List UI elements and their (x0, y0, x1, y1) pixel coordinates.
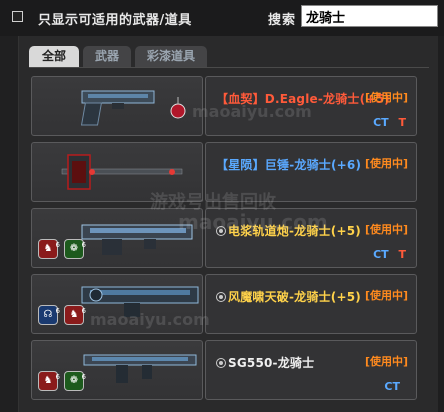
tab-all[interactable]: 全部 (29, 46, 80, 67)
tab-paint-items[interactable]: 彩漆道具 (135, 46, 208, 67)
search-label: 搜索 (268, 13, 297, 28)
list-item: ♞ 6 ❁ 6 SG550-龙骑士 [使用中] CT (31, 340, 417, 400)
in-use-status: [使用中] (364, 157, 408, 170)
fire-upgrade-badge-icon: ♞ 6 (38, 371, 60, 391)
team-tags: CT T (373, 116, 406, 129)
item-thumbnail[interactable]: ♞ 6 ❁ 6 (31, 208, 203, 268)
only-applicable-label: 只显示可适用的武器/道具 (38, 13, 192, 28)
tag-t: T (398, 248, 406, 261)
green-upgrade-badge-icon: ❁ 6 (64, 371, 86, 391)
pistol-icon (80, 90, 186, 126)
in-use-status: [使用中] (364, 355, 408, 368)
blue-upgrade-badge-icon: ☊ 6 (38, 305, 60, 325)
fire-upgrade-badge-icon: ♞ 6 (38, 239, 60, 259)
team-tags: CT T (373, 248, 406, 261)
list-item: ♞ 6 ❁ 6 电浆轨道炮-龙骑士(+5) [使用中] CT T (31, 208, 417, 268)
inventory-panel: 全部 武器 彩漆道具 【血契】D.Eagle-龙骑士(+5) [使用中] CT … (18, 36, 438, 412)
hammer-icon (61, 154, 183, 190)
list-item: 【星陨】巨锤-龙骑士(+6) [使用中] (31, 142, 417, 202)
item-info[interactable]: 【血契】D.Eagle-龙骑士(+5) [使用中] CT T (205, 76, 417, 136)
item-name: 电浆轨道炮-龙骑士(+5) (216, 222, 361, 239)
item-name: 【星陨】巨锤-龙骑士(+6) (216, 158, 362, 172)
item-info[interactable]: 【星陨】巨锤-龙骑士(+6) [使用中] (205, 142, 417, 202)
item-thumbnail[interactable] (31, 76, 203, 136)
in-use-status: [使用中] (364, 289, 408, 302)
item-thumbnail[interactable]: ♞ 6 ❁ 6 (31, 340, 203, 400)
tag-ct: CT (373, 116, 389, 129)
item-info[interactable]: 风魔啸天破-龙骑士(+5) [使用中] (205, 274, 417, 334)
item-name: 风魔啸天破-龙骑士(+5) (216, 288, 361, 305)
team-tags: CT (384, 380, 406, 393)
item-name-text: 电浆轨道炮-龙骑士(+5) (228, 224, 361, 238)
fire-upgrade-badge-icon: ♞ 6 (64, 305, 86, 325)
tag-ct: CT (384, 380, 400, 393)
in-use-status: [使用中] (364, 91, 408, 104)
item-name: 【血契】D.Eagle-龙骑士(+5) (216, 92, 390, 106)
search-input[interactable] (301, 5, 438, 27)
item-info[interactable]: SG550-龙骑士 [使用中] CT (205, 340, 417, 400)
list-item: ☊ 6 ♞ 6 风魔啸天破-龙骑士(+5) [使用中] (31, 274, 417, 334)
green-upgrade-badge-icon: ❁ 6 (64, 239, 86, 259)
item-name-text: 风魔啸天破-龙骑士(+5) (228, 290, 361, 304)
item-name: SG550-龙骑士 (216, 354, 314, 371)
list-item: 【血契】D.Eagle-龙骑士(+5) [使用中] CT T (31, 76, 417, 136)
only-applicable-checkbox[interactable] (12, 11, 23, 22)
lock-icon (216, 358, 226, 368)
tab-divider (29, 67, 429, 68)
left-strip (0, 36, 18, 412)
category-tabs: 全部 武器 彩漆道具 (29, 46, 211, 67)
item-thumbnail[interactable] (31, 142, 203, 202)
item-name-text: SG550-龙骑士 (228, 356, 315, 370)
tab-weapons[interactable]: 武器 (83, 46, 132, 67)
item-info[interactable]: 电浆轨道炮-龙骑士(+5) [使用中] CT T (205, 208, 417, 268)
in-use-status: [使用中] (364, 223, 408, 236)
item-thumbnail[interactable]: ☊ 6 ♞ 6 (31, 274, 203, 334)
tag-t: T (398, 116, 406, 129)
lock-icon (216, 226, 226, 236)
lock-icon (216, 292, 226, 302)
tag-ct: CT (373, 248, 389, 261)
top-bar: 只显示可适用的武器/道具 搜索 (0, 0, 444, 36)
